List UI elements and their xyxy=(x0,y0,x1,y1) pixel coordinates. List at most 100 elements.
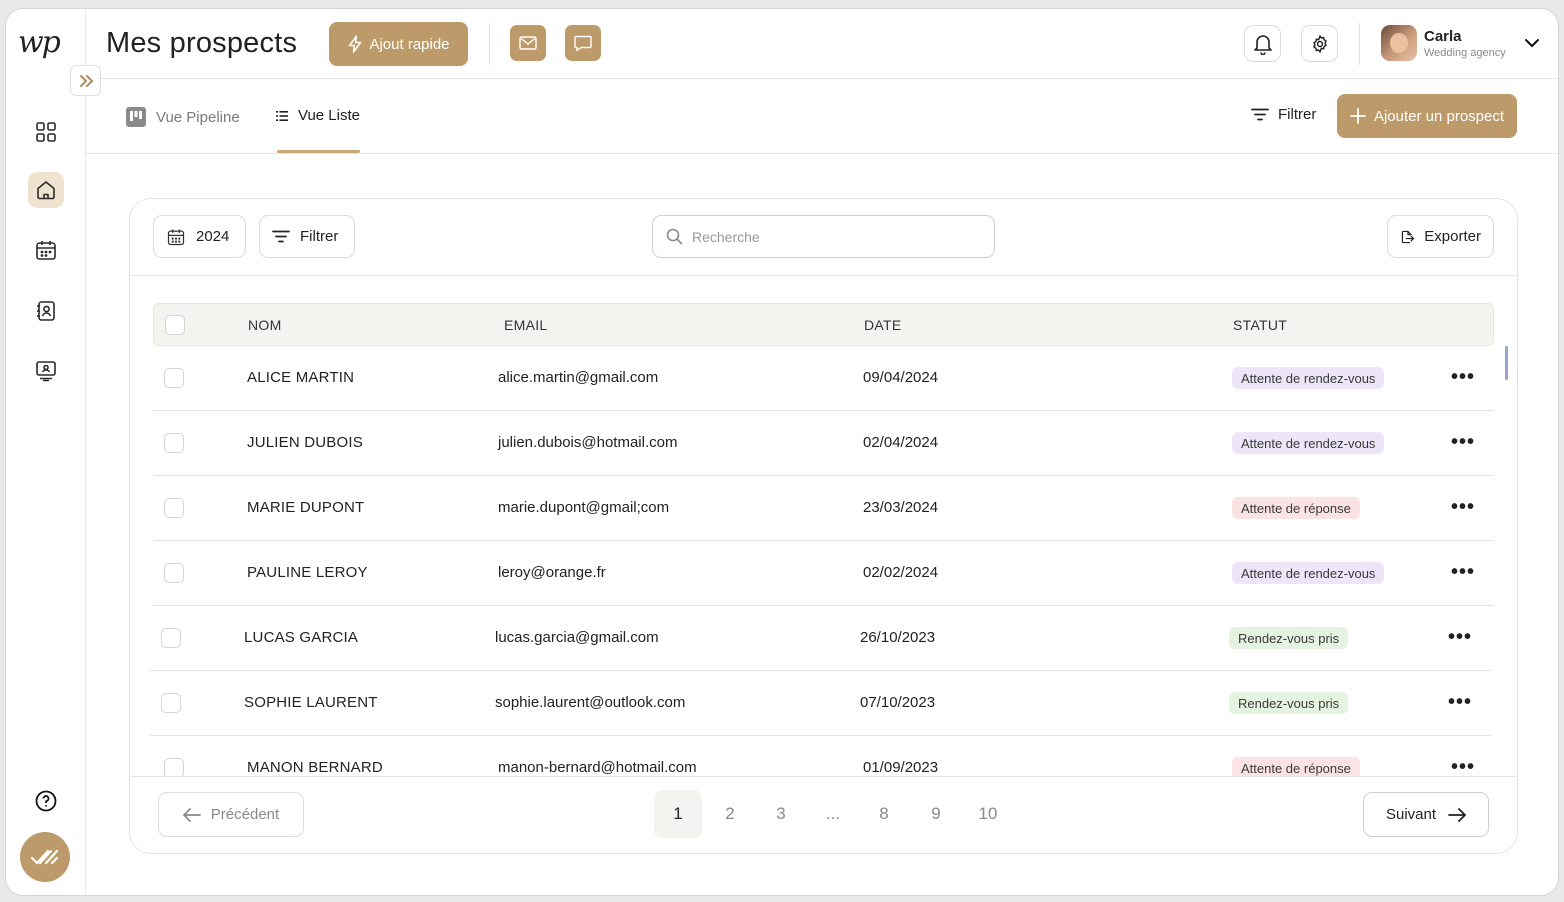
status-badge: Rendez-vous pris xyxy=(1229,692,1349,714)
quick-add-label: Ajout rapide xyxy=(369,35,450,53)
export-label: Exporter xyxy=(1424,228,1481,245)
filter-button[interactable]: Filtrer xyxy=(259,215,355,258)
tab-list[interactable]: Vue Liste xyxy=(276,107,360,124)
page-10[interactable]: 10 xyxy=(964,790,1012,838)
next-page-button[interactable]: Suivant xyxy=(1363,792,1489,837)
table-row[interactable]: LUCAS GARCIA lucas.garcia@gmail.com 26/1… xyxy=(150,606,1491,671)
add-prospect-button[interactable]: Ajouter un prospect xyxy=(1337,94,1517,138)
filter-button-top[interactable]: Filtrer xyxy=(1251,106,1316,123)
row-name: ALICE MARTIN xyxy=(247,369,355,386)
status-badge: Attente de rendez-vous xyxy=(1232,562,1385,584)
table-row[interactable]: ALICE MARTIN alice.martin@gmail.com 09/0… xyxy=(153,346,1494,411)
row-more-button[interactable]: ••• xyxy=(1451,561,1475,584)
row-more-button[interactable]: ••• xyxy=(1448,691,1472,714)
column-header-status[interactable]: STATUT xyxy=(1233,317,1287,333)
sidebar-item-home[interactable] xyxy=(28,172,64,208)
sidebar-item-dashboard[interactable] xyxy=(28,114,64,150)
arrow-left-icon xyxy=(182,807,201,822)
app-logo[interactable]: wp xyxy=(18,25,61,60)
user-name: Carla xyxy=(1424,28,1462,45)
page-8[interactable]: 8 xyxy=(860,790,908,838)
status-badge: Attente de rendez-vous xyxy=(1232,432,1385,454)
sidebar-item-calendar[interactable] xyxy=(28,232,64,268)
contacts-icon xyxy=(37,301,55,321)
table-row[interactable]: MANON BERNARD manon-bernard@hotmail.com … xyxy=(153,736,1494,776)
column-header-email[interactable]: EMAIL xyxy=(504,317,548,333)
chevron-down-icon xyxy=(1525,39,1539,47)
page-3[interactable]: 3 xyxy=(757,790,805,838)
user-menu-toggle[interactable] xyxy=(1520,31,1544,55)
help-button[interactable] xyxy=(32,787,60,815)
mail-button[interactable] xyxy=(510,25,546,61)
row-checkbox[interactable] xyxy=(161,693,181,713)
row-checkbox[interactable] xyxy=(164,758,184,776)
page-title: Mes prospects xyxy=(106,27,298,59)
settings-button[interactable] xyxy=(1301,25,1338,62)
column-header-date[interactable]: DATE xyxy=(864,317,902,333)
export-button[interactable]: Exporter xyxy=(1387,215,1494,258)
search-input[interactable] xyxy=(692,228,972,245)
sidebar-expand-button[interactable] xyxy=(70,65,101,96)
pipeline-icon xyxy=(126,107,146,127)
table-row[interactable]: JULIEN DUBOIS julien.dubois@hotmail.com … xyxy=(153,411,1494,476)
sidebar-item-contacts[interactable] xyxy=(28,293,64,329)
row-more-button[interactable]: ••• xyxy=(1451,431,1475,454)
page-2[interactable]: 2 xyxy=(706,790,754,838)
chat-button[interactable] xyxy=(565,25,601,61)
row-more-button[interactable]: ••• xyxy=(1448,626,1472,649)
status-badge: Attente de réponse xyxy=(1232,757,1360,776)
quick-add-button[interactable]: Ajout rapide xyxy=(329,22,468,66)
presentation-icon xyxy=(36,361,56,382)
calendar-icon xyxy=(36,241,56,260)
calendar-icon xyxy=(167,229,185,245)
double-check-icon xyxy=(30,849,59,865)
row-date: 01/09/2023 xyxy=(863,759,939,776)
page-1[interactable]: 1 xyxy=(654,790,702,838)
dashboard-icon xyxy=(36,122,56,142)
table-scrollbar[interactable] xyxy=(1505,346,1508,380)
row-checkbox[interactable] xyxy=(164,433,184,453)
row-checkbox[interactable] xyxy=(164,498,184,518)
notifications-button[interactable] xyxy=(1244,25,1281,62)
column-header-name[interactable]: NOM xyxy=(248,317,282,333)
table-row[interactable]: PAULINE LEROY leroy@orange.fr 02/02/2024… xyxy=(153,541,1494,606)
page-ellipsis: ... xyxy=(825,804,841,823)
table-row[interactable]: MARIE DUPONT marie.dupont@gmail;com 23/0… xyxy=(153,476,1494,541)
row-checkbox[interactable] xyxy=(164,368,184,388)
bolt-icon xyxy=(349,35,362,53)
row-checkbox[interactable] xyxy=(161,628,181,648)
row-more-button[interactable]: ••• xyxy=(1451,756,1475,776)
row-checkbox[interactable] xyxy=(164,563,184,583)
plus-icon xyxy=(1350,108,1366,124)
search-box[interactable] xyxy=(652,215,995,258)
status-badge: Attente de rendez-vous xyxy=(1232,367,1385,389)
year-selector[interactable]: 2024 xyxy=(153,215,246,258)
active-tab-indicator xyxy=(277,150,360,153)
select-all-checkbox[interactable] xyxy=(165,315,185,335)
brand-badge[interactable] xyxy=(20,832,70,882)
tab-pipeline-label: Vue Pipeline xyxy=(156,108,240,126)
tab-list-label: Vue Liste xyxy=(298,107,360,124)
search-icon xyxy=(666,228,683,245)
gear-icon xyxy=(1312,34,1327,53)
row-date: 02/04/2024 xyxy=(863,434,939,451)
filter-icon xyxy=(272,230,290,243)
row-name: MANON BERNARD xyxy=(247,759,383,776)
row-more-button[interactable]: ••• xyxy=(1451,366,1475,389)
sidebar-item-presentation[interactable] xyxy=(28,353,64,389)
user-subtitle: Wedding agency xyxy=(1424,47,1506,59)
chevrons-right-icon xyxy=(79,74,93,87)
row-name: SOPHIE LAURENT xyxy=(244,694,378,711)
page-9[interactable]: 9 xyxy=(912,790,960,838)
tab-pipeline[interactable]: Vue Pipeline xyxy=(126,107,240,127)
avatar[interactable] xyxy=(1381,25,1417,61)
row-email: lucas.garcia@gmail.com xyxy=(495,629,659,646)
arrow-right-icon xyxy=(1448,807,1466,822)
app-window: wp Mes prospects Ajout rapide Carla Wedd… xyxy=(5,8,1559,896)
previous-page-button[interactable]: Précédent xyxy=(158,792,304,837)
year-value: 2024 xyxy=(196,228,230,245)
mail-icon xyxy=(519,36,537,50)
row-email: leroy@orange.fr xyxy=(498,564,606,581)
table-row[interactable]: SOPHIE LAURENT sophie.laurent@outlook.co… xyxy=(150,671,1491,736)
row-more-button[interactable]: ••• xyxy=(1451,496,1475,519)
